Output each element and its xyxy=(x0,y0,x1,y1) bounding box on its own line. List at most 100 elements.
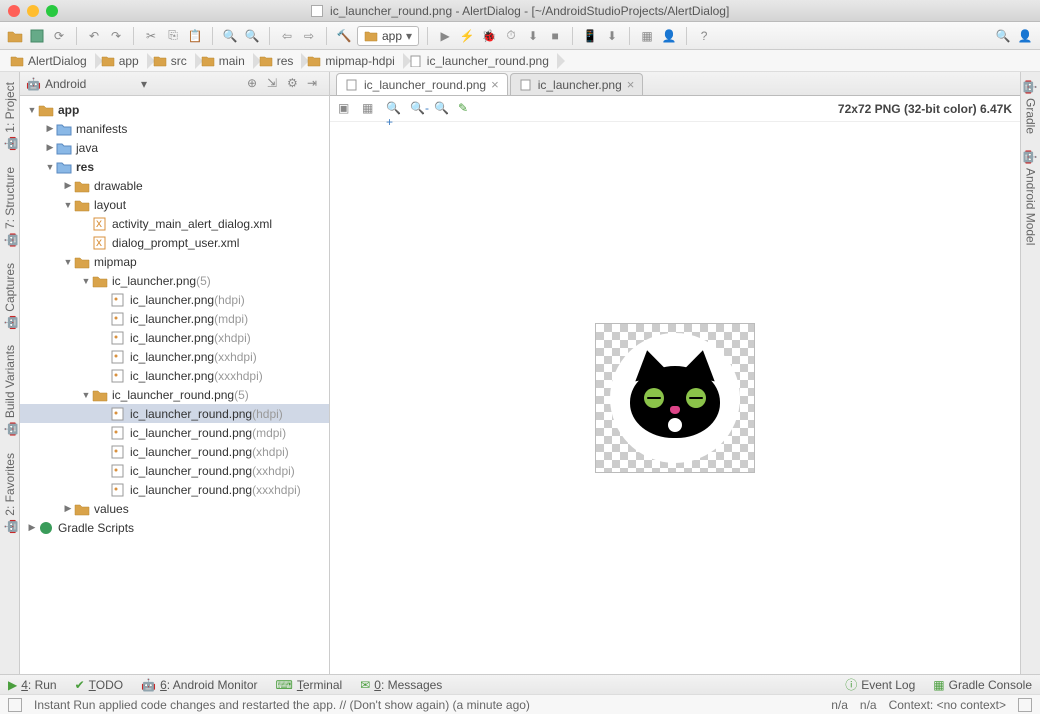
tool-window-tab[interactable]: 🤖7: Structure xyxy=(3,163,17,249)
save-icon[interactable] xyxy=(28,27,46,45)
expand-arrow-icon[interactable]: ▶ xyxy=(62,503,74,514)
tree-node[interactable]: ▼mipmap xyxy=(20,252,329,271)
color-picker-icon[interactable]: ✎ xyxy=(458,101,474,117)
close-tab-icon[interactable]: × xyxy=(491,77,499,92)
tree-node[interactable]: ▼ic_launcher_round.png (5) xyxy=(20,385,329,404)
expand-arrow-icon[interactable]: ▼ xyxy=(80,276,92,286)
breadcrumb-item[interactable]: app xyxy=(97,51,149,71)
expand-arrow-icon[interactable]: ▶ xyxy=(44,142,56,153)
redo-icon[interactable]: ↷ xyxy=(107,27,125,45)
forward-icon[interactable]: ⇨ xyxy=(300,27,318,45)
tree-node[interactable]: ic_launcher_round.png (xxxhdpi) xyxy=(20,480,329,499)
gear-icon[interactable]: ⚙ xyxy=(287,76,303,92)
bottom-tool-tab[interactable]: ⌨Terminal xyxy=(276,678,343,692)
grid-icon[interactable]: ▦ xyxy=(362,101,378,117)
bottom-tool-tab[interactable]: 🤖6: Android Monitor xyxy=(141,678,257,692)
layout-inspector-icon[interactable]: ▦ xyxy=(638,27,656,45)
tool-window-tab[interactable]: 🤖Captures xyxy=(3,259,17,332)
bottom-tool-tab[interactable]: ▶4: Run xyxy=(8,678,57,692)
tree-node[interactable]: ▼ic_launcher.png (5) xyxy=(20,271,329,290)
minimize-window-button[interactable] xyxy=(27,5,39,17)
expand-arrow-icon[interactable]: ▼ xyxy=(80,390,92,400)
breadcrumb-item[interactable]: ic_launcher_round.png xyxy=(405,51,559,71)
tree-node[interactable]: ic_launcher_round.png (xxhdpi) xyxy=(20,461,329,480)
copy-icon[interactable]: ⎘ xyxy=(164,27,182,45)
expand-arrow-icon[interactable]: ▼ xyxy=(62,257,74,267)
image-canvas[interactable] xyxy=(330,122,1020,674)
breadcrumb-item[interactable]: src xyxy=(149,51,197,71)
tree-node[interactable]: ▶drawable xyxy=(20,176,329,195)
cut-icon[interactable]: ✂ xyxy=(142,27,160,45)
tree-node[interactable]: ▼res xyxy=(20,157,329,176)
replace-icon[interactable]: 🔍 xyxy=(243,27,261,45)
run-config-dropdown[interactable]: app ▾ xyxy=(357,26,419,46)
tool-window-tab[interactable]: 🤖Android Model xyxy=(1024,148,1038,249)
breadcrumb-item[interactable]: main xyxy=(197,51,255,71)
run-icon[interactable]: ▶ xyxy=(436,27,454,45)
expand-arrow-icon[interactable]: ▶ xyxy=(62,180,74,191)
theme-editor-icon[interactable]: 👤 xyxy=(660,27,678,45)
expand-arrow-icon[interactable]: ▼ xyxy=(62,200,74,210)
open-icon[interactable] xyxy=(6,27,24,45)
bottom-tool-tab[interactable]: ✉0: Messages xyxy=(360,678,442,692)
close-tab-icon[interactable]: × xyxy=(627,77,635,92)
expand-arrow-icon[interactable]: ▶ xyxy=(44,123,56,134)
editor-tab[interactable]: ic_launcher_round.png× xyxy=(336,73,508,95)
bottom-tool-tab[interactable]: ✔TODO xyxy=(75,678,124,692)
find-icon[interactable]: 🔍 xyxy=(221,27,239,45)
apply-changes-icon[interactable]: ⚡ xyxy=(458,27,476,45)
back-icon[interactable]: ⇦ xyxy=(278,27,296,45)
paste-icon[interactable]: 📋 xyxy=(186,27,204,45)
memory-indicator-icon[interactable] xyxy=(1018,698,1032,712)
zoom-out-icon[interactable]: 🔍- xyxy=(410,101,426,117)
breadcrumb-item[interactable]: res xyxy=(255,51,304,71)
tree-node[interactable]: ▼layout xyxy=(20,195,329,214)
tree-node[interactable]: ic_launcher.png (mdpi) xyxy=(20,309,329,328)
profile-icon[interactable]: ⏱ xyxy=(502,27,520,45)
close-window-button[interactable] xyxy=(8,5,20,17)
bottom-tool-tab[interactable]: ⓘEvent Log xyxy=(845,676,915,693)
debug-icon[interactable]: 🐞 xyxy=(480,27,498,45)
expand-arrow-icon[interactable]: ▼ xyxy=(26,105,38,115)
target-icon[interactable]: ⊕ xyxy=(247,76,263,92)
tree-node[interactable]: xactivity_main_alert_dialog.xml xyxy=(20,214,329,233)
search-everywhere-icon[interactable]: 🔍 xyxy=(994,27,1012,45)
tree-node[interactable]: ▶Gradle Scripts xyxy=(20,518,329,537)
project-tree[interactable]: ▼app▶manifests▶java▼res▶drawable▼layoutx… xyxy=(20,96,329,674)
tree-node[interactable]: ic_launcher.png (xxhdpi) xyxy=(20,347,329,366)
help-icon[interactable]: ? xyxy=(695,27,713,45)
status-context[interactable]: Context: <no context> xyxy=(889,698,1006,712)
chevron-down-icon[interactable]: ▾ xyxy=(141,77,147,91)
tool-window-tab[interactable]: 🤖2: Favorites xyxy=(3,449,17,536)
breadcrumb-item[interactable]: AlertDialog xyxy=(6,51,97,71)
zoom-window-button[interactable] xyxy=(46,5,58,17)
tree-node[interactable]: ▶values xyxy=(20,499,329,518)
attach-icon[interactable]: ⬇ xyxy=(524,27,542,45)
fit-zoom-icon[interactable]: 🔍 xyxy=(434,101,450,117)
stop-icon[interactable]: ■ xyxy=(546,27,564,45)
expand-arrow-icon[interactable]: ▼ xyxy=(44,162,56,172)
actual-size-icon[interactable]: ▣ xyxy=(338,101,354,117)
editor-tab[interactable]: ic_launcher.png× xyxy=(510,73,644,95)
sdk-icon[interactable]: ⬇ xyxy=(603,27,621,45)
hide-panel-icon[interactable]: ⇥ xyxy=(307,76,323,92)
tree-node[interactable]: ic_launcher_round.png (xhdpi) xyxy=(20,442,329,461)
tree-node[interactable]: ▶manifests xyxy=(20,119,329,138)
tree-node[interactable]: ic_launcher.png (hdpi) xyxy=(20,290,329,309)
tree-node[interactable]: ic_launcher.png (xhdpi) xyxy=(20,328,329,347)
tool-window-tab[interactable]: 🤖1: Project xyxy=(3,78,17,153)
tree-node[interactable]: ▼app xyxy=(20,100,329,119)
avd-icon[interactable]: 📱 xyxy=(581,27,599,45)
tree-node[interactable]: ▶java xyxy=(20,138,329,157)
tool-window-tab[interactable]: 🤖Gradle xyxy=(1024,78,1038,138)
tool-window-tab[interactable]: 🤖Build Variants xyxy=(3,341,17,438)
project-view-label[interactable]: Android xyxy=(45,77,137,91)
tree-node[interactable]: xdialog_prompt_user.xml xyxy=(20,233,329,252)
make-icon[interactable]: 🔨 xyxy=(335,27,353,45)
user-icon[interactable]: 👤 xyxy=(1016,27,1034,45)
bottom-tool-tab[interactable]: ▦Gradle Console xyxy=(933,676,1032,693)
tree-node[interactable]: ic_launcher_round.png (hdpi) xyxy=(20,404,329,423)
zoom-in-icon[interactable]: 🔍+ xyxy=(386,101,402,117)
tree-node[interactable]: ic_launcher.png (xxxhdpi) xyxy=(20,366,329,385)
sync-icon[interactable]: ⟳ xyxy=(50,27,68,45)
